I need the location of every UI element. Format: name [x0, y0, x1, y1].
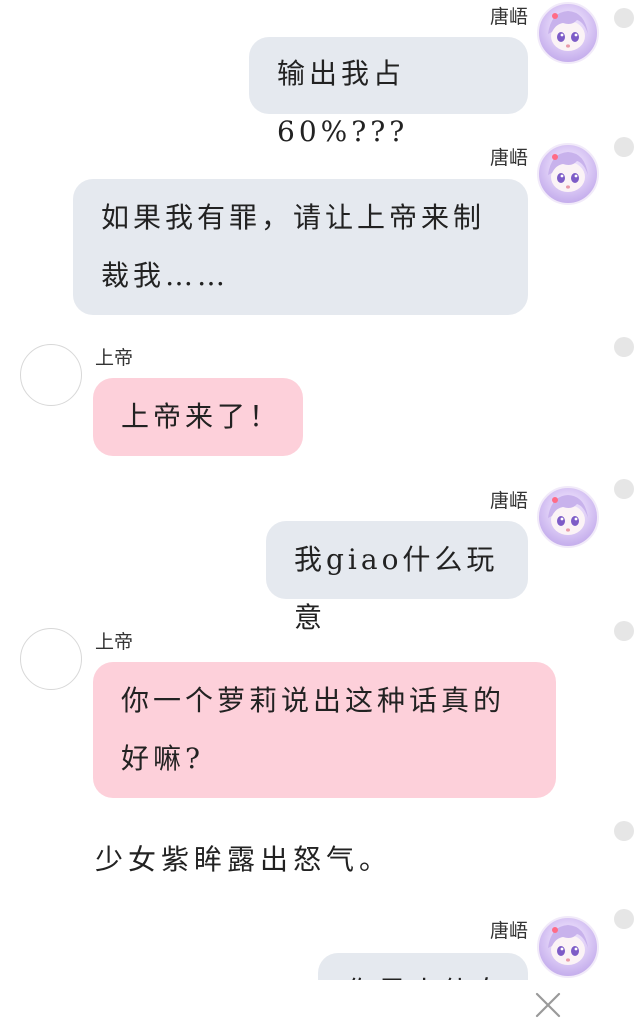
sender-name: 唐峿	[489, 147, 528, 169]
message-bubble[interactable]: 上帝来了！	[93, 378, 303, 456]
chat-thread[interactable]: 唐峿 输出我占60%??? 唐峿 如果我有罪，请让上帝来制裁我…… 上帝 上帝来…	[0, 0, 640, 980]
sender-name: 上帝	[95, 631, 134, 653]
anime-girl-avatar-icon[interactable]	[537, 143, 599, 205]
side-dot	[614, 8, 634, 28]
side-dot	[614, 479, 634, 499]
side-dot	[614, 337, 634, 357]
anime-girl-avatar-icon[interactable]	[537, 2, 599, 64]
bottom-area	[0, 980, 640, 1035]
close-icon[interactable]	[531, 988, 565, 1022]
message-bubble[interactable]: 我giao什么玩意	[266, 521, 528, 634]
empty-avatar-icon[interactable]	[20, 344, 82, 406]
sender-name: 唐峿	[489, 920, 528, 942]
message-bubble[interactable]: 你是小仙女	[318, 953, 528, 980]
sender-name: 上帝	[95, 347, 134, 369]
side-dot	[614, 621, 634, 641]
anime-girl-avatar-icon[interactable]	[537, 486, 599, 548]
sender-name: 唐峿	[489, 6, 528, 28]
message-bubble[interactable]: 如果我有罪，请让上帝来制裁我……	[73, 179, 528, 315]
message-bubble[interactable]: 输出我占60%???	[249, 37, 528, 148]
empty-avatar-icon[interactable]	[20, 628, 82, 690]
narration-text: 少女紫眸露出怒气。	[95, 843, 393, 876]
anime-girl-avatar-icon[interactable]	[537, 916, 599, 978]
sender-name: 唐峿	[489, 490, 528, 512]
side-dot	[614, 909, 634, 929]
side-dot	[614, 821, 634, 841]
message-bubble[interactable]: 你一个萝莉说出这种话真的好嘛?	[93, 662, 556, 798]
side-dot	[614, 137, 634, 157]
